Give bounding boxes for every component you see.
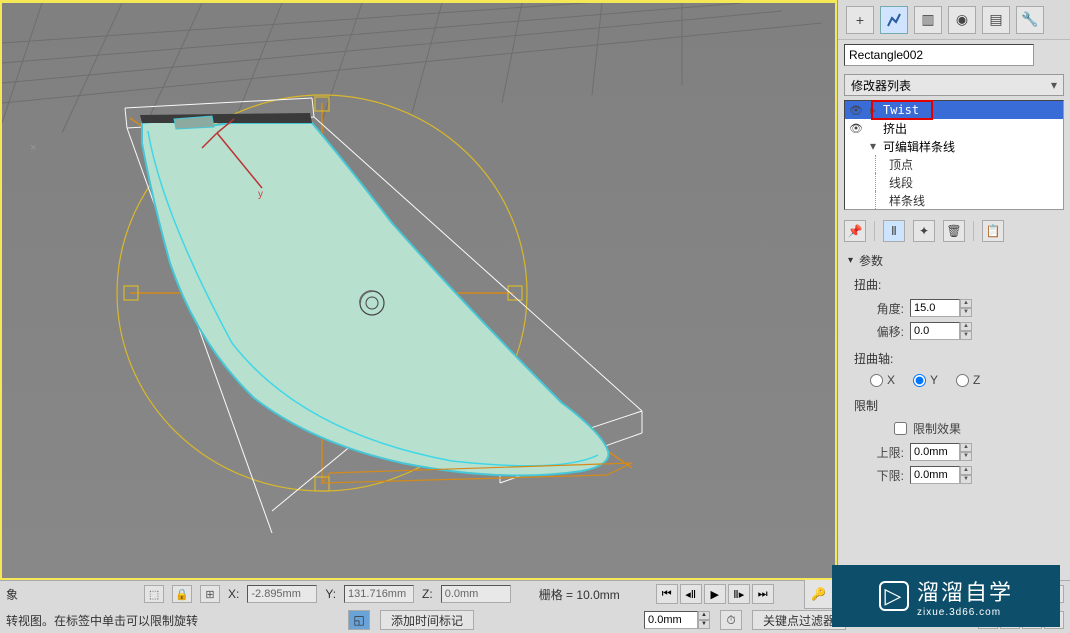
z-label: Z: [422,587,433,601]
visibility-icon[interactable]: 👁 [849,103,863,117]
upper-spinner[interactable]: ▲▼ [910,443,972,461]
modifier-list-label: 修改器列表 [851,77,911,94]
viewport-3d[interactable]: y × [0,0,837,580]
rollout-parameters: ▾ 参数 扭曲: 角度: ▲▼ 偏移: [842,250,1066,500]
prompt-text: 转视图。在标签中单击可以限制旋转 [6,612,198,629]
configure-sets-button[interactable]: 📋 [982,220,1004,242]
pin-stack-button[interactable]: 📌 [844,220,866,242]
bias-label: 偏移: [874,323,904,340]
grid-label: 栅格 = 10.0mm [539,586,620,603]
playback-controls: ⏮ ◂Ⅱ ▶ Ⅱ▸ ⏭ [656,584,774,604]
modifier-item-twist[interactable]: 👁 ▸ Twist [845,101,1063,119]
modifier-item-editable-spline[interactable]: ▾ 可编辑样条线 [845,137,1063,155]
hierarchy-tab[interactable]: ▥ [914,6,942,34]
create-tab[interactable]: + [846,6,874,34]
z-coord-field[interactable] [441,585,511,603]
display-tab[interactable]: ▤ [982,6,1010,34]
visibility-icon[interactable]: 👁 [849,121,863,135]
axis-y-radio[interactable]: Y [913,373,938,387]
motion-tab[interactable]: ◉ [948,6,976,34]
watermark-overlay: ▷ 溜溜自学 zixue.3d66.com [832,565,1060,627]
svg-text:y: y [258,189,263,200]
axis-z-radio[interactable]: Z [956,373,980,387]
rollout-header[interactable]: ▾ 参数 [842,250,1066,270]
limit-effect-label: 限制效果 [913,420,961,437]
goto-start-button[interactable]: ⏮ [656,584,678,604]
axis-x-radio[interactable]: X [870,373,895,387]
next-frame-button[interactable]: Ⅱ▸ [728,584,750,604]
set-key-button[interactable]: 🔑 [804,579,834,609]
limit-effect-checkbox[interactable] [894,422,907,435]
collapse-icon: ▾ [848,255,853,266]
show-end-result-button[interactable]: Ⅱ [883,220,905,242]
y-coord-field[interactable] [344,585,414,603]
utilities-tab[interactable]: 🔧 [1016,6,1044,34]
subobject-segment[interactable]: 线段 [845,173,1063,191]
time-config-button[interactable]: ⏱ [720,610,742,630]
object-name-field[interactable] [844,44,1034,66]
limit-section-label: 限制 [854,397,1054,414]
y-label: Y: [325,587,336,601]
play-icon: ▷ [879,581,909,611]
subobject-vertex[interactable]: 顶点 [845,155,1063,173]
expand-icon[interactable]: ▸ [867,103,879,117]
modifier-stack[interactable]: 👁 ▸ Twist 👁 挤出 ▾ 可编辑样条线 顶点 线段 样条线 [844,100,1064,210]
prev-frame-button[interactable]: ◂Ⅱ [680,584,702,604]
make-unique-button[interactable]: ✦ [913,220,935,242]
current-frame-spinner[interactable]: ▲▼ [644,611,710,629]
selection-lock-button[interactable]: ⬚ [144,585,164,603]
remove-modifier-button[interactable]: 🗑 [943,220,965,242]
x-label: X: [228,587,239,601]
lock-icon[interactable]: 🔒 [172,585,192,603]
stack-tools: 📌 Ⅱ ✦ 🗑 📋 [844,216,1064,246]
svg-text:×: × [30,142,36,154]
goto-end-button[interactable]: ⏭ [752,584,774,604]
bias-spinner[interactable]: ▲▼ [910,322,972,340]
selection-info: 象 [6,586,18,603]
add-time-tag-button[interactable]: 添加时间标记 [380,610,474,630]
lower-spinner[interactable]: ▲▼ [910,466,972,484]
absolute-mode-button[interactable]: ⊞ [200,585,220,603]
spacer [849,139,863,153]
isolate-button[interactable]: ◱ [348,610,370,630]
subobject-spline[interactable]: 样条线 [845,191,1063,209]
axis-section-label: 扭曲轴: [854,350,1054,367]
x-coord-field[interactable] [247,585,317,603]
angle-label: 角度: [874,300,904,317]
modify-tab[interactable] [880,6,908,34]
twist-section-label: 扭曲: [854,276,1054,293]
lower-label: 下限: [874,467,904,484]
collapse-icon[interactable]: ▾ [867,139,879,153]
play-button[interactable]: ▶ [704,584,726,604]
modifier-item-extrude[interactable]: 👁 挤出 [845,119,1063,137]
command-panel: + ▥ ◉ ▤ 🔧 修改器列表 👁 ▸ Twist 👁 挤出 [837,0,1070,580]
angle-spinner[interactable]: ▲▼ [910,299,972,317]
panel-tabs: + ▥ ◉ ▤ 🔧 [838,0,1070,40]
modifier-list-dropdown[interactable]: 修改器列表 [844,74,1064,96]
upper-label: 上限: [874,444,904,461]
